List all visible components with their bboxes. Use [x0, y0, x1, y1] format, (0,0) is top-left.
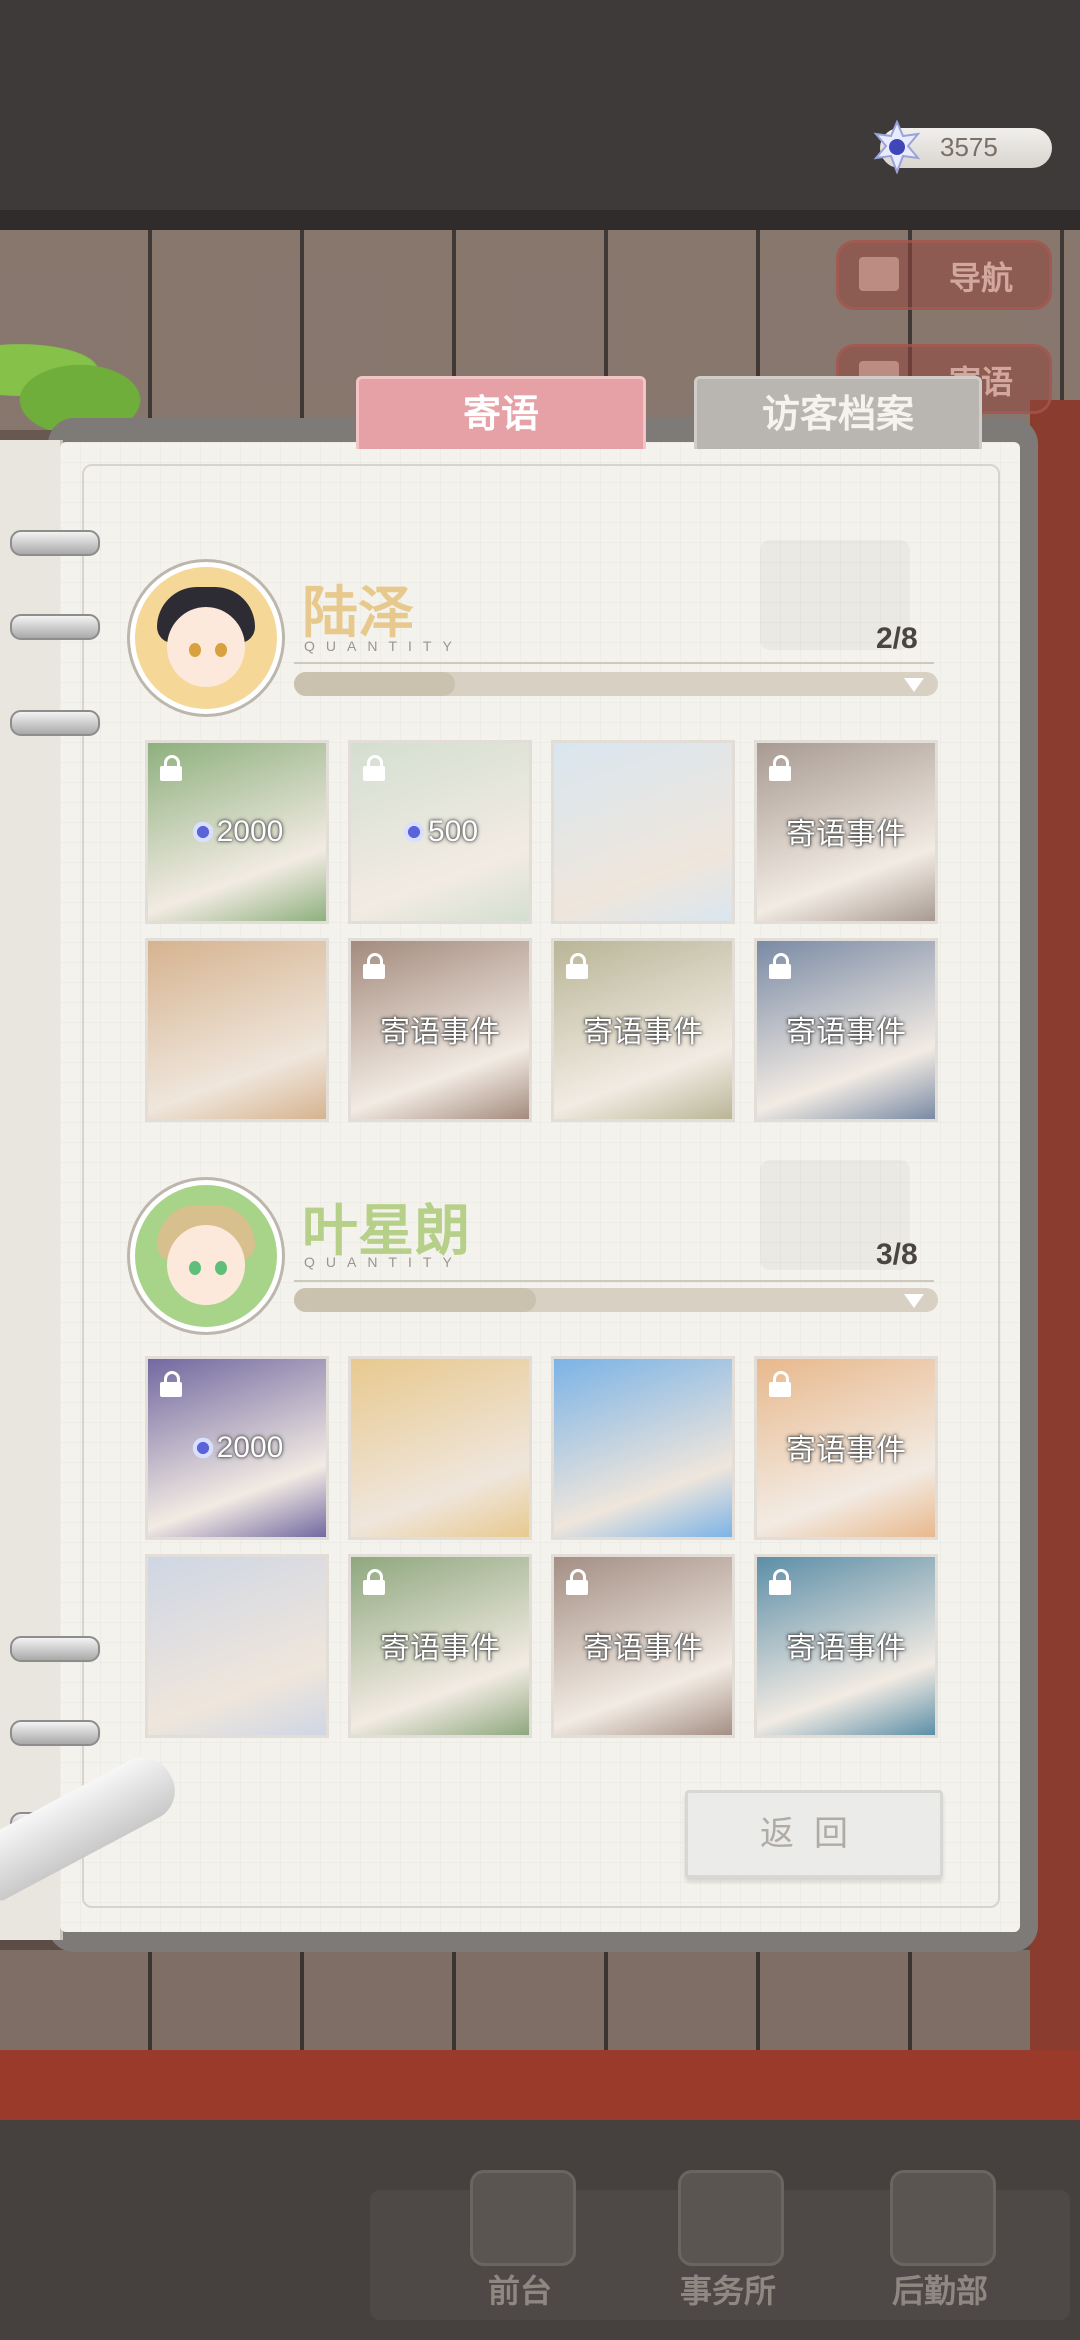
- lock-icon: [160, 755, 182, 781]
- message-card[interactable]: 寄语事件: [754, 938, 938, 1122]
- back-button[interactable]: 返回: [685, 1790, 943, 1878]
- event-label: 寄语事件: [786, 817, 906, 852]
- lock-icon: [769, 1371, 791, 1397]
- progress-bar[interactable]: [294, 672, 938, 696]
- front-desk-icon: [470, 2170, 576, 2266]
- cost-value: 500: [427, 815, 479, 848]
- lock-icon: [769, 953, 791, 979]
- lock-icon: [566, 953, 588, 979]
- logistics-label: 后勤部: [891, 2272, 988, 2310]
- message-card[interactable]: 寄语事件: [348, 1554, 532, 1738]
- unlock-cost: 500: [351, 815, 529, 849]
- office-label: 事务所: [679, 2272, 776, 2310]
- card-artwork: [148, 941, 326, 1119]
- event-label: 寄语事件: [380, 1631, 500, 1666]
- event-label: 寄语事件: [380, 1015, 500, 1050]
- gem-icon: [401, 820, 426, 844]
- message-card[interactable]: 寄语事件: [551, 1554, 735, 1738]
- map-icon: [859, 257, 899, 291]
- lock-icon: [160, 1371, 182, 1397]
- avatar-face: [167, 607, 245, 687]
- message-card[interactable]: [348, 1356, 532, 1540]
- cost-value: 2000: [216, 815, 284, 848]
- card-artwork: [554, 1359, 732, 1537]
- message-card[interactable]: [551, 740, 735, 924]
- unlock-cost: 2000: [148, 1431, 326, 1465]
- tab-visitor-archive[interactable]: 访客档案: [694, 376, 982, 449]
- progress-fill: [294, 672, 455, 696]
- binder-ring: [10, 614, 100, 640]
- character-name: 陆泽: [302, 580, 414, 646]
- avatar-eye: [189, 643, 201, 657]
- message-card[interactable]: 寄语事件: [551, 938, 735, 1122]
- event-label: 寄语事件: [583, 1631, 703, 1666]
- avatar-eye: [189, 1261, 201, 1275]
- card-artwork: [554, 743, 732, 921]
- character-avatar: [130, 562, 282, 714]
- lock-icon: [566, 1569, 588, 1595]
- divider: [294, 1280, 934, 1282]
- avatar-eye: [215, 643, 227, 657]
- message-card[interactable]: 寄语事件: [754, 1356, 938, 1540]
- binder-ring: [10, 530, 100, 556]
- lock-icon: [363, 755, 385, 781]
- notebook-left-page: [0, 440, 63, 1940]
- currency-amount: 3575: [940, 132, 998, 162]
- top-bar-background: [0, 0, 1080, 230]
- front-desk-label: 前台: [487, 2272, 552, 2310]
- lock-icon: [769, 755, 791, 781]
- message-card[interactable]: 2000: [145, 1356, 329, 1540]
- card-artwork: [148, 1557, 326, 1735]
- gem-icon: [190, 1436, 215, 1460]
- plant-decoration: [0, 330, 200, 430]
- logistics-icon: [890, 2170, 996, 2266]
- cost-value: 2000: [216, 1431, 284, 1464]
- avatar-face: [167, 1225, 245, 1305]
- event-label: 寄语事件: [583, 1015, 703, 1050]
- avatar-eye: [215, 1261, 227, 1275]
- logistics-button[interactable]: 后勤部: [860, 2170, 1020, 2320]
- office-button[interactable]: 事务所: [648, 2170, 808, 2320]
- divider: [294, 662, 934, 664]
- counter-decoration: [0, 2050, 1080, 2120]
- card-artwork: [351, 1359, 529, 1537]
- progress-fill: [294, 1288, 536, 1312]
- binder-ring: [10, 710, 100, 736]
- currency-display: 3575: [873, 120, 1052, 174]
- quantity-label: QUANTITY: [304, 638, 463, 654]
- message-card[interactable]: [551, 1356, 735, 1540]
- unlock-cost: 2000: [148, 815, 326, 849]
- gem-icon: [190, 820, 215, 844]
- collection-count: 2/8: [876, 622, 918, 655]
- message-card[interactable]: 寄语事件: [754, 1554, 938, 1738]
- quantity-label: QUANTITY: [304, 1254, 463, 1270]
- nav-button[interactable]: 导航: [836, 240, 1052, 310]
- binder-ring: [10, 1720, 100, 1746]
- lock-icon: [769, 1569, 791, 1595]
- gem-icon: [873, 120, 921, 174]
- tab-messages[interactable]: 寄语: [356, 376, 646, 449]
- message-card[interactable]: 2000: [145, 740, 329, 924]
- expand-arrow-icon: [904, 1294, 924, 1308]
- office-icon: [678, 2170, 784, 2266]
- expand-arrow-icon: [904, 678, 924, 692]
- event-label: 寄语事件: [786, 1433, 906, 1468]
- lock-icon: [363, 953, 385, 979]
- progress-bar[interactable]: [294, 1288, 938, 1312]
- character-avatar: [130, 1180, 282, 1332]
- message-card[interactable]: 500: [348, 740, 532, 924]
- message-card[interactable]: 寄语事件: [754, 740, 938, 924]
- collection-count: 3/8: [876, 1238, 918, 1271]
- event-label: 寄语事件: [786, 1015, 906, 1050]
- message-card[interactable]: [145, 938, 329, 1122]
- message-card[interactable]: 寄语事件: [348, 938, 532, 1122]
- message-card[interactable]: [145, 1554, 329, 1738]
- event-label: 寄语事件: [786, 1631, 906, 1666]
- nav-button-label: 导航: [949, 259, 1014, 297]
- binder-ring: [10, 1636, 100, 1662]
- front-desk-button[interactable]: 前台: [440, 2170, 600, 2320]
- lock-icon: [363, 1569, 385, 1595]
